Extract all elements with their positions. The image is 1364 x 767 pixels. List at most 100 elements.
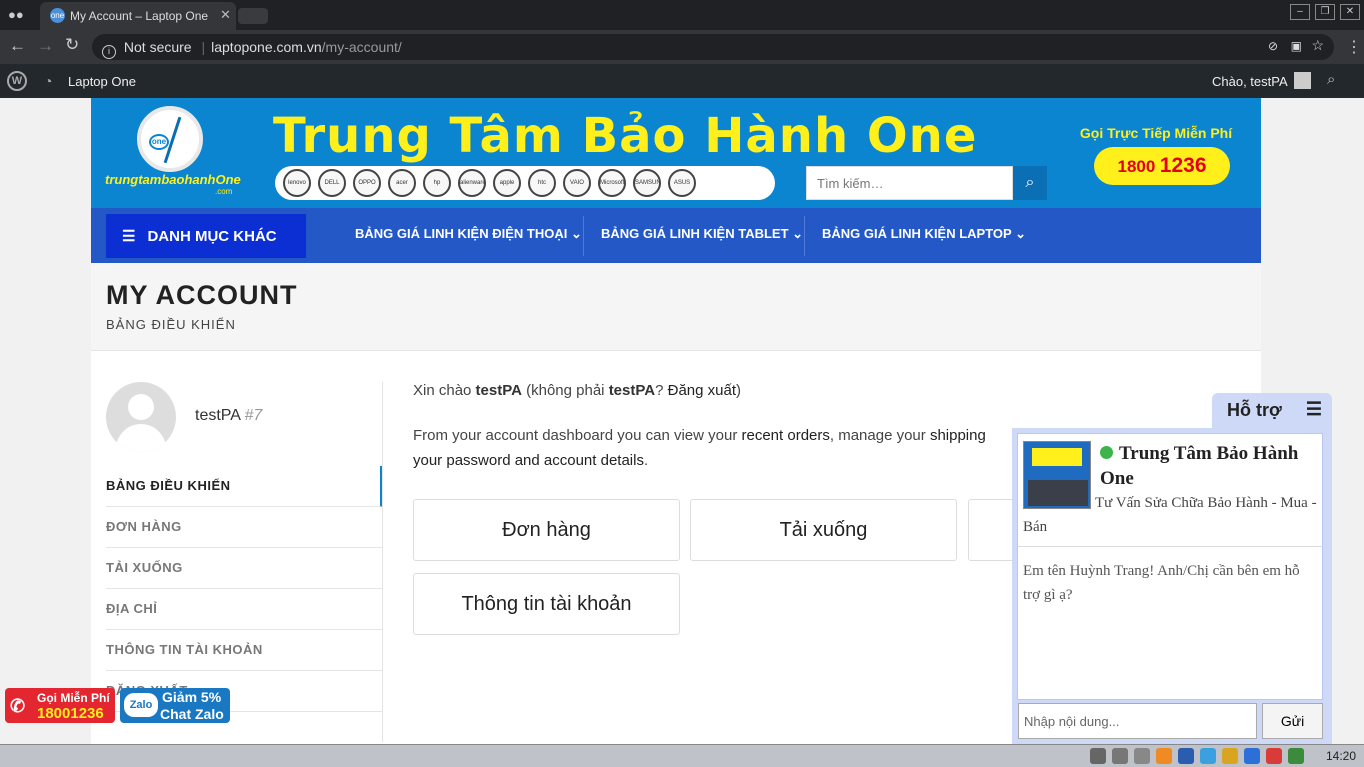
logout-link[interactable]: Đăng xuất <box>668 382 736 399</box>
notification-tray-icon[interactable] <box>1222 748 1238 764</box>
shipping-link[interactable]: shipping <box>930 427 986 444</box>
nav-divider <box>583 216 584 256</box>
greeting-end: ) <box>736 382 741 399</box>
browser-tab[interactable]: one My Account – Laptop One ✕ <box>40 2 236 30</box>
downloads-card[interactable]: Tải xuống <box>690 499 957 561</box>
page-title: MY ACCOUNT <box>106 280 298 310</box>
nav-item-phone-parts[interactable]: BẢNG GIÁ LINH KIỆN ĐIỆN THOẠI ⌄ <box>355 226 582 242</box>
chevron-down-icon: ⌄ <box>570 226 582 241</box>
chevron-down-icon: ⌄ <box>1015 226 1027 241</box>
volume-tray-icon[interactable] <box>1134 748 1150 764</box>
site-name-link[interactable]: Laptop One <box>68 74 136 89</box>
tab-close-icon[interactable]: ✕ <box>220 7 231 23</box>
admin-greeting[interactable]: Chào, testPA <box>1212 74 1288 89</box>
reload-icon[interactable]: ↻ <box>65 35 79 55</box>
hotline-number[interactable]: 1800 1236 <box>1094 147 1230 185</box>
account-menu-dashboard[interactable]: BẢNG ĐIỀU KHIỂN <box>106 466 383 507</box>
network-tray-icon[interactable] <box>1112 748 1128 764</box>
clock: 14:20 <box>1325 749 1356 763</box>
call-number: 18001236 <box>37 705 104 722</box>
logo-domain: .com <box>215 187 233 196</box>
dashboard-icon[interactable]: ◔ <box>44 73 52 89</box>
account-menu-addresses[interactable]: ĐỊA CHỈ <box>106 589 383 630</box>
search-button[interactable]: ⌕ <box>1013 166 1047 200</box>
bookmark-star-icon[interactable]: ☆ <box>1311 37 1324 54</box>
security-status: Not secure <box>123 39 192 55</box>
site-title: Trung Tâm Bảo Hành One <box>273 108 978 164</box>
back-icon[interactable]: ← <box>9 36 26 56</box>
category-menu-button[interactable]: ☰ DANH MỤC KHÁC <box>106 214 306 258</box>
account-content: Xin chào testPA (không phải testPA? Đăng… <box>413 382 1033 473</box>
brand-logo: acer <box>388 169 416 197</box>
url-path: /my-account/ <box>321 39 402 55</box>
chrome-tray-icon[interactable] <box>1266 748 1282 764</box>
tray-icons <box>1090 748 1304 764</box>
desc-part: . <box>643 452 649 469</box>
hotline-prefix: 1800 <box>1117 157 1156 176</box>
admin-bar: W ◔ Laptop One Chào, testPA ⌕ <box>0 64 1364 98</box>
nav-item-tablet-parts[interactable]: BẢNG GIÁ LINH KIỆN TABLET ⌄ <box>601 226 803 242</box>
hamburger-icon: ☰ <box>122 228 136 245</box>
address-bar[interactable]: i Not secure | laptopone.com.vn/my-accoun… <box>92 34 1334 60</box>
brand-logo: apple <box>493 169 521 197</box>
orders-card[interactable]: Đơn hàng <box>413 499 680 561</box>
incognito-icon: ●● <box>8 7 24 22</box>
browser-tab-bar: ●● one My Account – Laptop One ✕ – ❐ ✕ <box>0 0 1364 30</box>
app-tray-icon[interactable] <box>1156 748 1172 764</box>
chat-tab[interactable]: Hỗ trợ ☰ <box>1212 393 1332 428</box>
chat-send-button[interactable]: Gửi <box>1262 703 1323 739</box>
nav-item-laptop-parts[interactable]: BẢNG GIÁ LINH KIỆN LAPTOP ⌄ <box>822 226 1026 242</box>
user-id: #7 <box>244 407 263 424</box>
zalo-icon: Zalo <box>124 693 158 717</box>
site-header: one trungtambaohanhOne .com Trung Tâm Bả… <box>91 98 1261 208</box>
brand-logo: SAMSUNG <box>633 169 661 197</box>
dropbox-tray-icon[interactable] <box>1244 748 1260 764</box>
chat-input[interactable]: Nhập nội dung... <box>1018 703 1257 739</box>
close-window-button[interactable]: ✕ <box>1340 4 1360 20</box>
admin-avatar[interactable] <box>1294 72 1311 89</box>
update-tray-icon[interactable] <box>1288 748 1304 764</box>
tab-favicon-icon: one <box>50 8 65 23</box>
greeting-q: ? <box>655 382 668 399</box>
desc-part: From your account dashboard you can view… <box>413 427 742 444</box>
restore-button[interactable]: ❐ <box>1315 4 1335 20</box>
admin-search-icon[interactable]: ⌕ <box>1327 71 1335 88</box>
forward-icon[interactable]: → <box>37 36 54 56</box>
nav-item-label: BẢNG GIÁ LINH KIỆN TABLET <box>601 226 789 241</box>
brand-logo: lenovo <box>283 169 311 197</box>
online-status-icon <box>1100 446 1113 459</box>
account-menu: BẢNG ĐIỀU KHIỂN ĐƠN HÀNG TẢI XUỐNG ĐỊA C… <box>106 466 383 712</box>
minimize-button[interactable]: – <box>1290 4 1310 20</box>
logo-text: trungtambaohanhOne <box>105 172 241 187</box>
username-text: testPA <box>195 407 241 424</box>
recent-orders-link[interactable]: recent orders <box>742 427 830 444</box>
translate-icon[interactable]: ▣ <box>1291 39 1302 53</box>
search-input[interactable]: Tìm kiếm… <box>806 166 1013 200</box>
account-menu-account-details[interactable]: THÔNG TIN TÀI KHOẢN <box>106 630 383 671</box>
nav-item-label: BẢNG GIÁ LINH KIỆN ĐIỆN THOẠI <box>355 226 568 241</box>
chat-menu-icon[interactable]: ☰ <box>1306 399 1322 420</box>
chat-panel: Trung Tâm Bảo Hành One Tư Vấn Sửa Chữa B… <box>1012 428 1332 744</box>
account-details-card[interactable]: Thông tin tài khoản <box>413 573 680 635</box>
blocked-icon[interactable]: ⊘ <box>1268 39 1278 53</box>
brand-logo: htc <box>528 169 556 197</box>
new-tab-button[interactable] <box>238 8 268 24</box>
brand-logo: DELL <box>318 169 346 197</box>
cloud-tray-icon[interactable] <box>1200 748 1216 764</box>
tab-title: My Account – Laptop One <box>70 9 209 23</box>
account-details-link[interactable]: your password and account details <box>413 452 644 469</box>
site-logo[interactable]: one trungtambaohanhOne .com <box>105 106 241 206</box>
account-menu-orders[interactable]: ĐƠN HÀNG <box>106 507 383 548</box>
wordpress-icon[interactable]: W <box>7 71 27 91</box>
brand-logos-strip: lenovo DELL OPPO acer hp alienware apple htc VAI… <box>275 166 775 200</box>
brand-logo: VAIO <box>563 169 591 197</box>
info-icon[interactable]: i <box>102 45 116 59</box>
greeting-mid: (không phải <box>521 382 609 399</box>
shield-tray-icon[interactable] <box>1178 748 1194 764</box>
free-call-button[interactable]: ✆ Gọi Miễn Phí 18001236 <box>5 688 115 723</box>
zalo-chat-button[interactable]: Zalo Giảm 5% Chat Zalo <box>120 688 230 723</box>
hotline-digits: 1236 <box>1159 154 1207 177</box>
user-tray-icon[interactable] <box>1090 748 1106 764</box>
account-menu-downloads[interactable]: TẢI XUỐNG <box>106 548 383 589</box>
menu-dots-icon[interactable]: ⋮ <box>1346 37 1362 57</box>
